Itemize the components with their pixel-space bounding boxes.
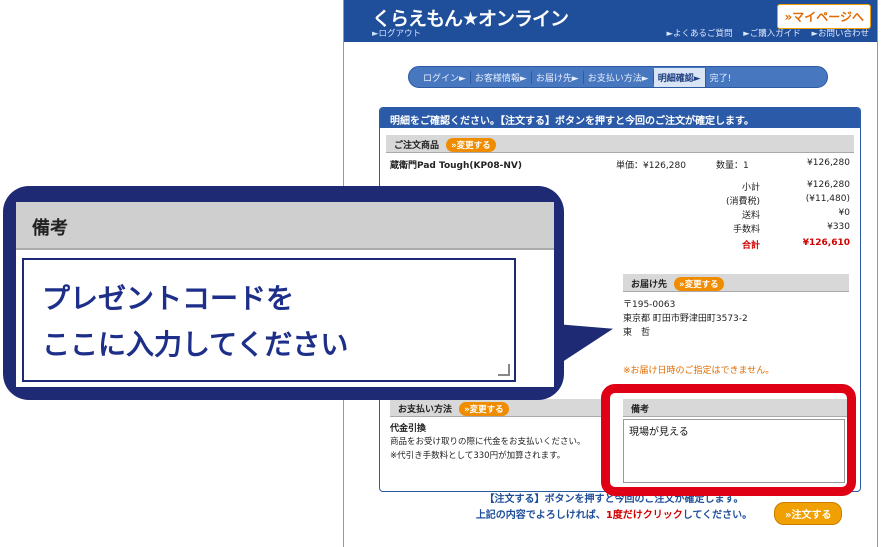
highlight-frame <box>601 384 856 496</box>
payment-method: 代金引換 <box>390 424 427 434</box>
delivery-address: 東京都 町田市野津田町3573-2 <box>623 314 748 324</box>
confirm-header: 明細をご確認ください。【注文する】ボタンを押すと今回のご注文が確定します。 <box>380 108 860 128</box>
subtotal-label: 小計 <box>741 183 760 193</box>
delivery-note: ※お届け日時のご指定はできません。 <box>623 366 775 376</box>
delivery-name: 東 哲 <box>623 328 651 338</box>
callout-title: 備考 <box>16 202 554 250</box>
header-links: ►よくあるご質問 ►ご購入ガイド ►お問い合わせ <box>658 27 869 39</box>
step-customer: お客様情報► <box>471 70 532 84</box>
resize-handle-icon <box>498 364 510 376</box>
order-section-header: ご注文商品 »変更する <box>386 135 854 153</box>
payment-desc-2: ※代引き手数料として330円が加算されます。 <box>390 451 566 461</box>
shipping-label: 送料 <box>741 211 760 221</box>
quantity: 数量：1 <box>716 161 749 171</box>
total-value: ¥126,610 <box>802 238 850 248</box>
bottom-line-2a: 上記の内容でよろしければ、 <box>475 510 606 521</box>
delivery-section-label: お届け先 <box>631 280 668 290</box>
fee-value: ¥330 <box>827 222 850 232</box>
delivery-section-header: お届け先 »変更する <box>623 274 849 292</box>
product-name: 蔵衛門Pad Tough(KP08-NV) <box>390 161 522 171</box>
guide-link[interactable]: ►ご購入ガイド <box>743 29 801 39</box>
payment-section-label: お支払い方法 <box>398 405 453 415</box>
step-payment: お支払い方法► <box>584 70 654 84</box>
shipping-value: ¥0 <box>838 208 850 218</box>
order-change-button[interactable]: »変更する <box>446 138 496 152</box>
payment-section-header: お支払い方法 »変更する <box>390 399 610 417</box>
stage: くらえもん★オンライン »マイページへ ►ログアウト ►よくあるご質問 ►ご購入… <box>0 0 890 547</box>
callout-field: プレゼントコードを ここに入力してください <box>22 258 516 382</box>
tax-value: (¥11,480) <box>805 194 850 204</box>
bottom-line-2c: してください。 <box>682 510 753 521</box>
delivery-zip: 〒195-0063 <box>623 300 676 310</box>
tax-label: (消費税) <box>725 197 760 207</box>
line-total: ¥126,280 <box>807 158 850 168</box>
total-label: 合計 <box>741 241 760 251</box>
payment-change-button[interactable]: »変更する <box>459 402 509 416</box>
step-complete: 完了! <box>709 73 732 84</box>
fee-label: 手数料 <box>732 225 760 235</box>
logout-link[interactable]: ►ログアウト <box>372 27 421 39</box>
order-section-label: ご注文商品 <box>394 141 440 151</box>
checkout-steps: ログイン► お客様情報► お届け先► お支払い方法► 明細確認► 完了! <box>408 66 828 88</box>
order-button[interactable]: »注文する <box>774 502 843 525</box>
step-confirm: 明細確認► <box>653 67 706 87</box>
callout-line-1: プレゼントコードを <box>42 282 295 315</box>
delivery-change-button[interactable]: »変更する <box>674 277 724 291</box>
contact-link[interactable]: ►お問い合わせ <box>811 29 869 39</box>
step-login: ログイン► <box>419 70 471 84</box>
site-header: くらえもん★オンライン »マイページへ ►ログアウト ►よくあるご質問 ►ご購入… <box>344 0 877 42</box>
bottom-line-2b: 1度だけクリック <box>605 510 683 521</box>
faq-link[interactable]: ►よくあるご質問 <box>666 29 732 39</box>
mypage-button[interactable]: »マイページへ <box>777 4 871 29</box>
payment-desc-1: 商品をお受け取りの際に代金をお支払いください。 <box>390 437 586 447</box>
step-delivery: お届け先► <box>532 70 584 84</box>
callout-line-2: ここに入力してください <box>42 328 349 362</box>
unit-price: 単価：¥126,280 <box>616 161 686 171</box>
subtotal-value: ¥126,280 <box>807 180 850 190</box>
